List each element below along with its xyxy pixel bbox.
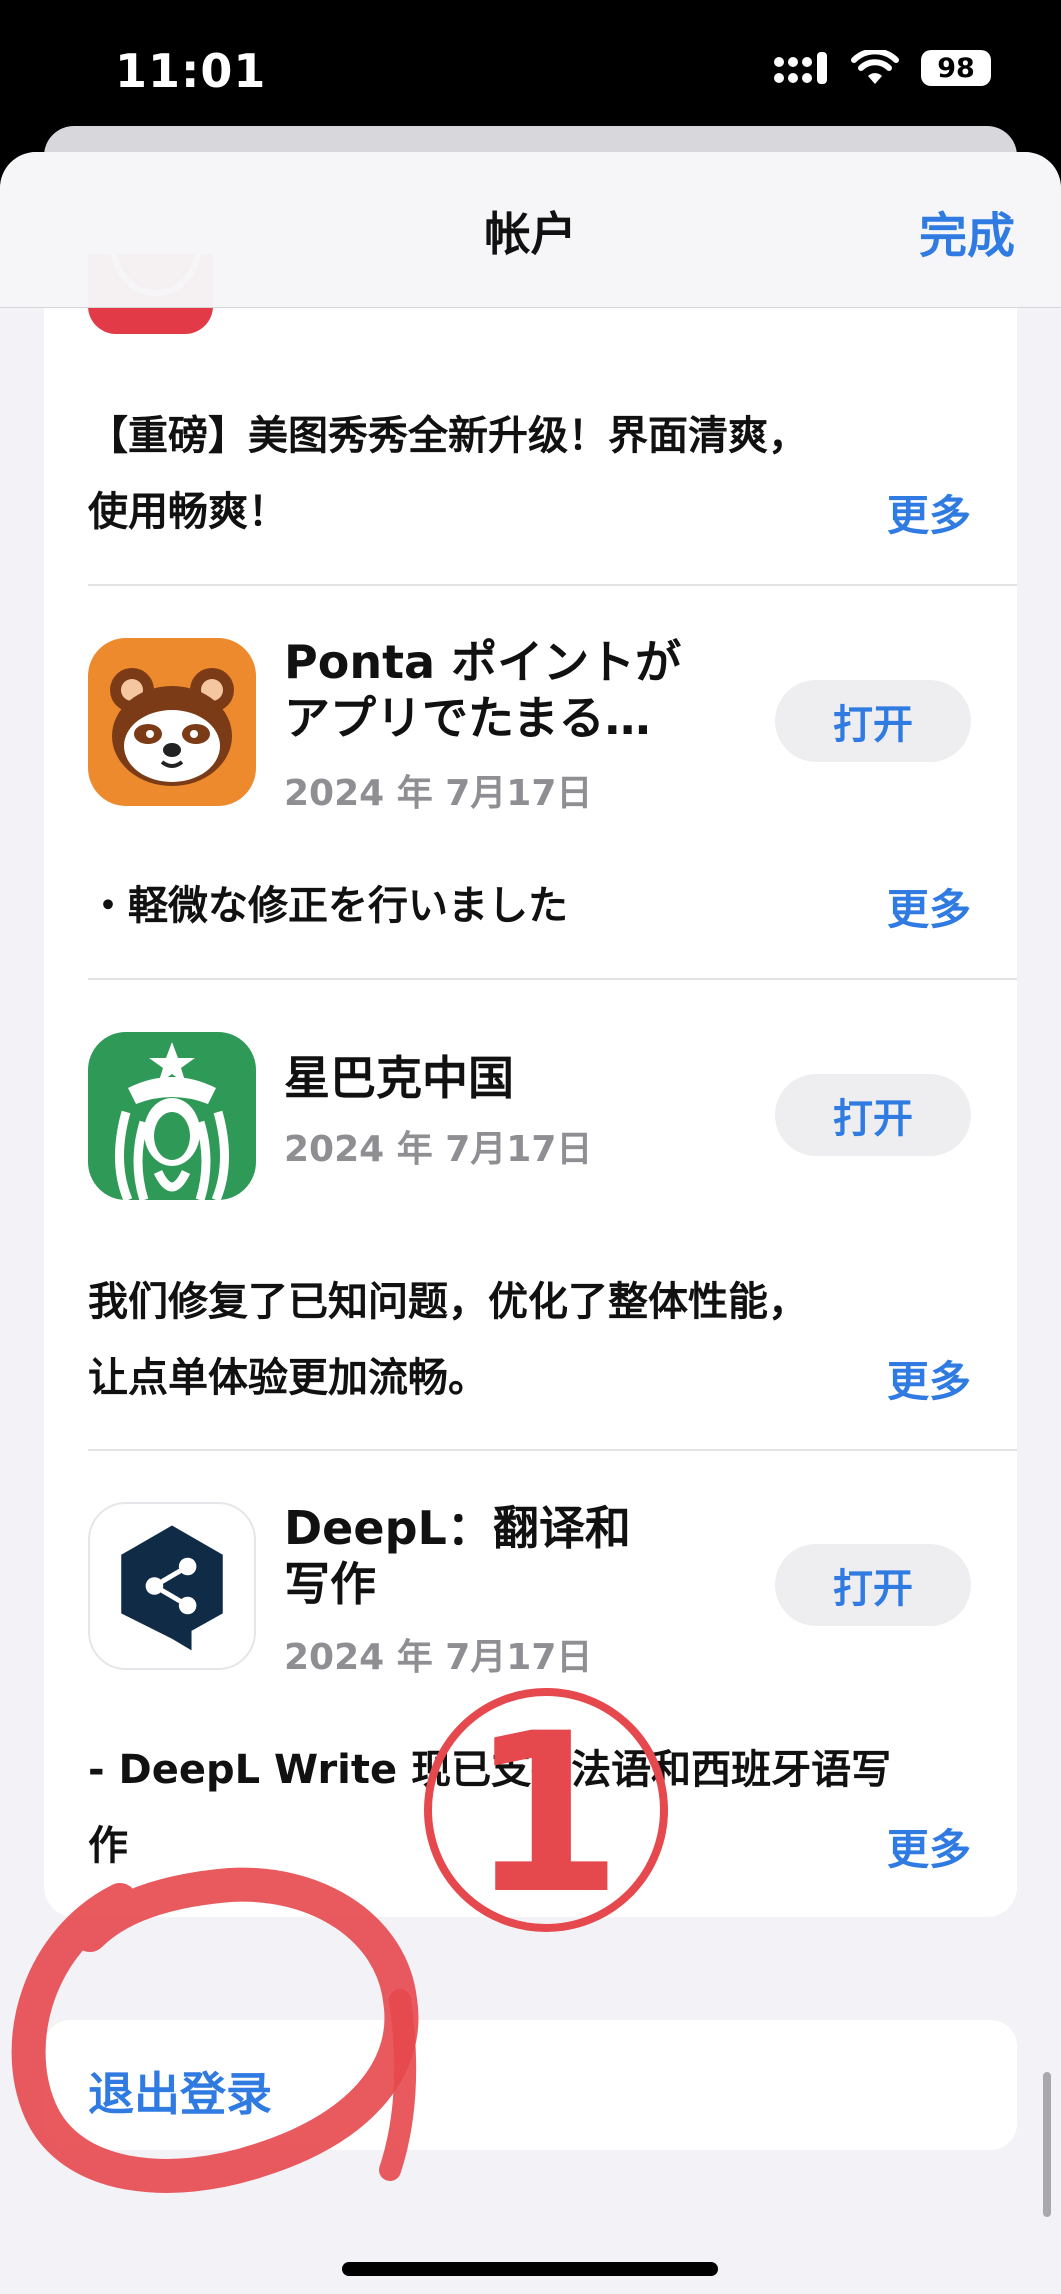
open-button-deepl[interactable]: 打开 bbox=[775, 1544, 971, 1626]
logout-label: 退出登录 bbox=[88, 2067, 272, 2121]
scrollbar[interactable] bbox=[1043, 2072, 1051, 2217]
app-date: 2024 年 7月17日 bbox=[284, 773, 593, 814]
app-name: Ponta ポイントが アプリでたまる… bbox=[284, 635, 682, 745]
more-link[interactable]: 更多 bbox=[887, 1816, 971, 1877]
battery-indicator: 98 bbox=[921, 50, 991, 86]
account-sheet: 帐户 完成 【重磅】美图秀秀全新升级！界面清爽， 使用畅爽！ 更多 Ponta bbox=[0, 152, 1061, 2294]
deepl-share-icon[interactable] bbox=[88, 1502, 256, 1670]
app-date: 2024 年 7月17日 bbox=[284, 1129, 593, 1170]
divider bbox=[88, 978, 1017, 980]
page-title: 帐户 bbox=[484, 207, 577, 261]
updates-card: 【重磅】美图秀秀全新升级！界面清爽， 使用畅爽！ 更多 Ponta ポイントが … bbox=[44, 152, 1017, 1917]
starbucks-siren-icon[interactable] bbox=[88, 1032, 256, 1200]
release-notes: ・軽微な修正を行いました bbox=[88, 883, 568, 929]
more-link[interactable]: 更多 bbox=[887, 1348, 971, 1409]
release-notes: 【重磅】美图秀秀全新升级！界面清爽， 使用畅爽！ bbox=[88, 413, 808, 535]
more-link[interactable]: 更多 bbox=[887, 876, 971, 937]
cellular-signal-icon bbox=[774, 52, 827, 84]
divider bbox=[88, 1449, 1017, 1451]
more-link[interactable]: 更多 bbox=[887, 482, 971, 543]
status-bar: 11:01 98 bbox=[0, 0, 1061, 130]
release-notes: - DeepL Write 现已支持法语和西班牙语写 作 bbox=[88, 1747, 892, 1869]
app-name: 星巴克中国 bbox=[284, 1051, 514, 1105]
done-button[interactable]: 完成 bbox=[919, 196, 1015, 266]
logout-button[interactable]: 退出登录 bbox=[44, 2020, 1017, 2150]
app-date: 2024 年 7月17日 bbox=[284, 1637, 593, 1678]
status-icons: 98 bbox=[773, 50, 991, 86]
open-button-ponta[interactable]: 打开 bbox=[775, 680, 971, 762]
open-button-starbucks[interactable]: 打开 bbox=[775, 1074, 971, 1156]
release-notes: 我们修复了已知问题，优化了整体性能， 让点单体验更加流畅。 bbox=[88, 1279, 808, 1401]
status-time: 11:01 bbox=[115, 44, 267, 98]
ponta-bear-icon[interactable] bbox=[88, 638, 256, 806]
app-name: DeepL：翻译和 写作 bbox=[284, 1501, 631, 1611]
nav-bar: 帐户 完成 bbox=[0, 152, 1061, 308]
wifi-icon bbox=[851, 50, 899, 84]
home-indicator[interactable] bbox=[342, 2262, 718, 2276]
divider bbox=[88, 584, 1017, 586]
